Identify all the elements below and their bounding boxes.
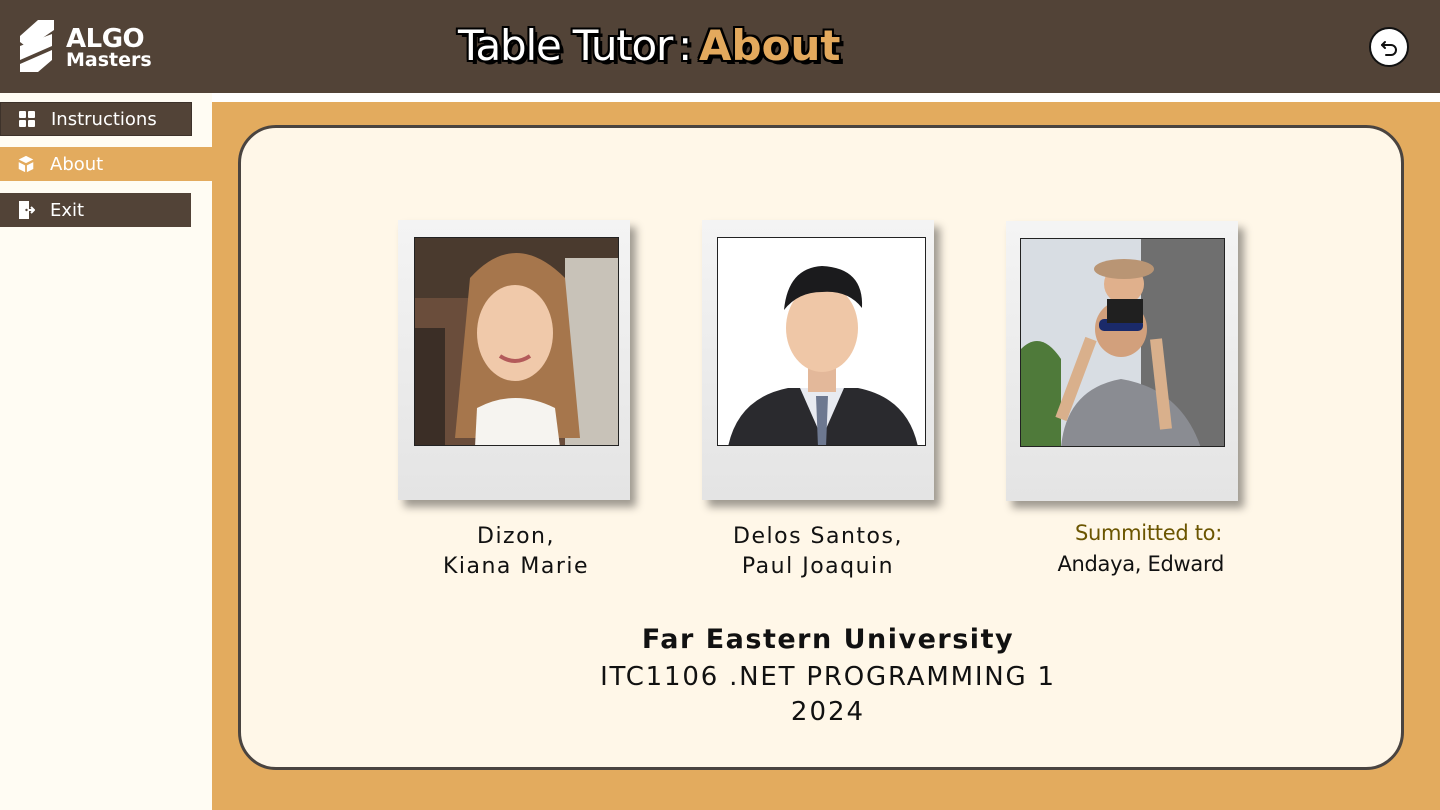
sidebar-item-instructions[interactable]: Instructions	[0, 102, 192, 136]
sidebar-item-label: Instructions	[51, 108, 157, 130]
logo-text-masters: Masters	[66, 49, 152, 71]
exit-door-icon	[16, 200, 36, 220]
app-logo: ALGO Masters	[16, 20, 156, 76]
app-title: Table Tutor	[458, 21, 673, 70]
page-name: About	[699, 21, 841, 70]
advisor-photo-frame	[1006, 221, 1238, 501]
year-label: 2024	[790, 697, 866, 727]
sidebar-item-label: About	[50, 153, 104, 175]
page-title: Table Tutor: About	[458, 16, 840, 76]
course-name: ITC1106 .NET PROGRAMMING 1	[600, 662, 1056, 692]
algo-masters-logo-icon	[20, 20, 54, 72]
member-photo	[414, 237, 619, 446]
university-name: Far Eastern University	[641, 624, 1015, 655]
header-bar: ALGO Masters Table Tutor: About	[0, 0, 1440, 93]
member-surname: Delos Santos,	[733, 524, 903, 549]
member-given-name: Kiana Marie	[442, 554, 590, 579]
advisor-photo	[1020, 238, 1225, 447]
submitted-to-label: Summitted to:	[1074, 521, 1222, 545]
advisor-name: Andaya, Edward	[1057, 552, 1224, 576]
sidebar-item-label: Exit	[50, 199, 85, 221]
undo-arrow-icon	[1381, 41, 1397, 56]
sidebar-item-exit[interactable]: Exit	[0, 193, 191, 227]
member-name: Dizon, Kiana Marie	[416, 522, 616, 582]
sidebar: Instructions About Exit	[0, 93, 212, 810]
member-photo-frame	[702, 220, 934, 500]
sidebar-item-about[interactable]: About	[0, 147, 212, 181]
member-given-name: Paul Joaquin	[741, 554, 895, 579]
box-icon	[16, 154, 36, 174]
back-button[interactable]	[1369, 27, 1409, 67]
member-surname: Dizon,	[477, 524, 555, 549]
grid-icon	[17, 109, 37, 129]
title-separator: :	[678, 21, 692, 70]
member-photo-frame	[398, 220, 630, 500]
member-name: Delos Santos, Paul Joaquin	[700, 522, 936, 582]
member-photo	[717, 237, 926, 446]
